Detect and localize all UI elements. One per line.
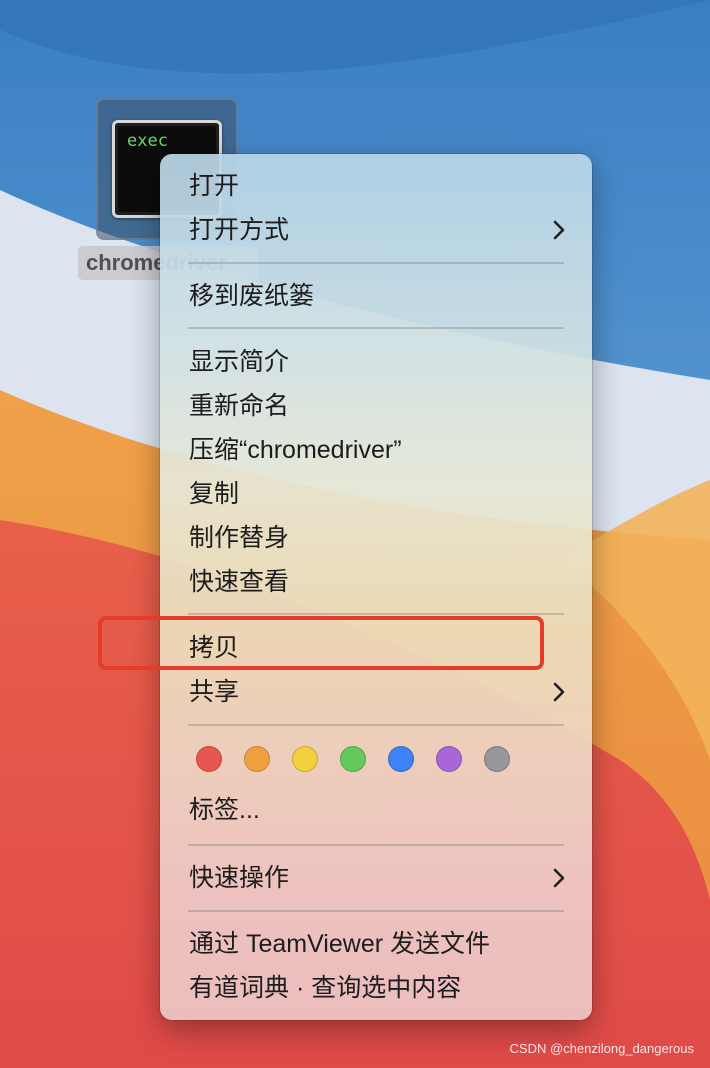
menu-item-teamviewer-send[interactable]: 通过 TeamViewer 发送文件 xyxy=(160,922,592,966)
menu-item-compress[interactable]: 压缩“chromedriver” xyxy=(160,428,592,472)
tag-yellow-dot[interactable] xyxy=(292,746,318,772)
tag-green-dot[interactable] xyxy=(340,746,366,772)
menu-item-duplicate[interactable]: 复制 xyxy=(160,472,592,516)
tag-red-dot[interactable] xyxy=(196,746,222,772)
menu-item-get-info[interactable]: 显示简介 xyxy=(160,340,592,384)
menu-item-move-to-trash[interactable]: 移到废纸篓 xyxy=(160,274,592,318)
chevron-right-icon xyxy=(553,868,565,888)
menu-item-open[interactable]: 打开 xyxy=(160,164,592,208)
menu-item-rename[interactable]: 重新命名 xyxy=(160,384,592,428)
chevron-right-icon xyxy=(553,220,565,240)
menu-separator xyxy=(188,844,564,846)
tag-orange-dot[interactable] xyxy=(244,746,270,772)
menu-item-share[interactable]: 共享 xyxy=(160,670,592,714)
watermark: CSDN @chenzilong_dangerous xyxy=(509,1041,694,1056)
context-menu: 打开 打开方式 移到废纸篓 显示简介 重新命名 压缩“chromedriver”… xyxy=(160,154,592,1020)
executable-icon-text: exec xyxy=(127,131,168,151)
tag-gray-dot[interactable] xyxy=(484,746,510,772)
chevron-right-icon xyxy=(553,682,565,702)
menu-separator xyxy=(188,910,564,912)
menu-item-make-alias[interactable]: 制作替身 xyxy=(160,516,592,560)
menu-separator xyxy=(188,262,564,264)
menu-item-quick-look[interactable]: 快速查看 xyxy=(160,560,592,604)
annotation-highlight-box xyxy=(98,616,544,670)
menu-separator xyxy=(188,327,564,329)
menu-item-open-with[interactable]: 打开方式 xyxy=(160,208,592,252)
menu-item-quick-actions[interactable]: 快速操作 xyxy=(160,856,592,900)
menu-separator xyxy=(188,724,564,726)
menu-separator xyxy=(188,613,564,615)
menu-item-tags[interactable]: 标签... xyxy=(160,788,592,832)
menu-item-youdao-lookup[interactable]: 有道词典 · 查询选中内容 xyxy=(160,966,592,1010)
tag-purple-dot[interactable] xyxy=(436,746,462,772)
tag-blue-dot[interactable] xyxy=(388,746,414,772)
